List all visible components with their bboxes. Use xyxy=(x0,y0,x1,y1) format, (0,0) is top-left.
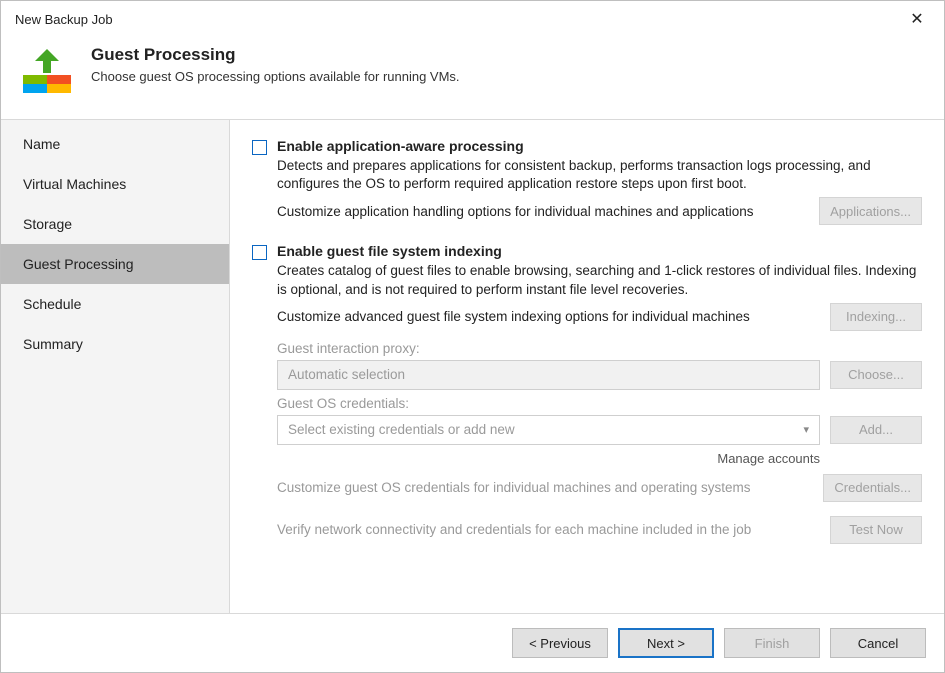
window-title: New Backup Job xyxy=(15,12,113,27)
app-aware-row: Enable application-aware processing xyxy=(252,138,922,155)
cred-customize-label: Customize guest OS credentials for indiv… xyxy=(277,480,750,495)
finish-button[interactable]: Finish xyxy=(724,628,820,658)
sidebar-item-guest-processing[interactable]: Guest Processing xyxy=(1,244,229,284)
previous-button[interactable]: < Previous xyxy=(512,628,608,658)
indexing-desc: Creates catalog of guest files to enable… xyxy=(277,262,917,298)
next-button[interactable]: Next > xyxy=(618,628,714,658)
app-aware-checkbox[interactable] xyxy=(252,140,267,155)
page-title: Guest Processing xyxy=(91,45,460,65)
indexing-customize-row: Customize advanced guest file system ind… xyxy=(277,303,922,331)
credentials-value: Select existing credentials or add new xyxy=(288,422,515,437)
cancel-button[interactable]: Cancel xyxy=(830,628,926,658)
wizard-main: Enable application-aware processing Dete… xyxy=(229,120,944,613)
page-subtitle: Choose guest OS processing options avail… xyxy=(91,69,460,84)
credentials-row: Select existing credentials or add new ▾… xyxy=(277,415,922,445)
indexing-row: Enable guest file system indexing xyxy=(252,243,922,260)
cred-customize-row: Customize guest OS credentials for indiv… xyxy=(277,474,922,502)
indexing-customize-label: Customize advanced guest file system ind… xyxy=(277,309,750,324)
proxy-value: Automatic selection xyxy=(288,367,405,382)
choose-proxy-button[interactable]: Choose... xyxy=(830,361,922,389)
sidebar-item-schedule[interactable]: Schedule xyxy=(1,284,229,324)
indexing-checkbox[interactable] xyxy=(252,245,267,260)
credentials-button[interactable]: Credentials... xyxy=(823,474,922,502)
wizard-window: New Backup Job ✕ Guest Processing Choose… xyxy=(0,0,945,673)
verify-label: Verify network connectivity and credenti… xyxy=(277,522,751,537)
proxy-row: Automatic selection Choose... xyxy=(277,360,922,390)
applications-button[interactable]: Applications... xyxy=(819,197,922,225)
manage-accounts-link[interactable]: Manage accounts xyxy=(252,451,820,466)
guest-processing-icon xyxy=(19,45,75,101)
app-aware-label: Enable application-aware processing xyxy=(277,138,524,154)
add-credentials-button[interactable]: Add... xyxy=(830,416,922,444)
titlebar: New Backup Job ✕ xyxy=(1,1,944,35)
header-text: Guest Processing Choose guest OS process… xyxy=(91,45,460,84)
sidebar-item-virtual-machines[interactable]: Virtual Machines xyxy=(1,164,229,204)
sidebar-item-storage[interactable]: Storage xyxy=(1,204,229,244)
wizard-footer: < Previous Next > Finish Cancel xyxy=(1,614,944,672)
indexing-button[interactable]: Indexing... xyxy=(830,303,922,331)
proxy-field[interactable]: Automatic selection xyxy=(277,360,820,390)
app-aware-customize-row: Customize application handling options f… xyxy=(277,197,922,225)
chevron-down-icon: ▾ xyxy=(803,423,809,436)
wizard-header: Guest Processing Choose guest OS process… xyxy=(1,35,944,119)
wizard-sidebar: Name Virtual Machines Storage Guest Proc… xyxy=(1,120,229,613)
test-now-button[interactable]: Test Now xyxy=(830,516,922,544)
app-aware-desc: Detects and prepares applications for co… xyxy=(277,157,917,193)
sidebar-item-name[interactable]: Name xyxy=(1,124,229,164)
verify-row: Verify network connectivity and credenti… xyxy=(277,516,922,544)
proxy-label: Guest interaction proxy: xyxy=(277,341,922,356)
indexing-label: Enable guest file system indexing xyxy=(277,243,502,259)
credentials-label: Guest OS credentials: xyxy=(277,396,922,411)
app-aware-customize-label: Customize application handling options f… xyxy=(277,204,754,219)
sidebar-item-summary[interactable]: Summary xyxy=(1,324,229,364)
close-icon[interactable]: ✕ xyxy=(904,9,930,29)
credentials-select[interactable]: Select existing credentials or add new ▾ xyxy=(277,415,820,445)
wizard-body: Name Virtual Machines Storage Guest Proc… xyxy=(1,119,944,614)
